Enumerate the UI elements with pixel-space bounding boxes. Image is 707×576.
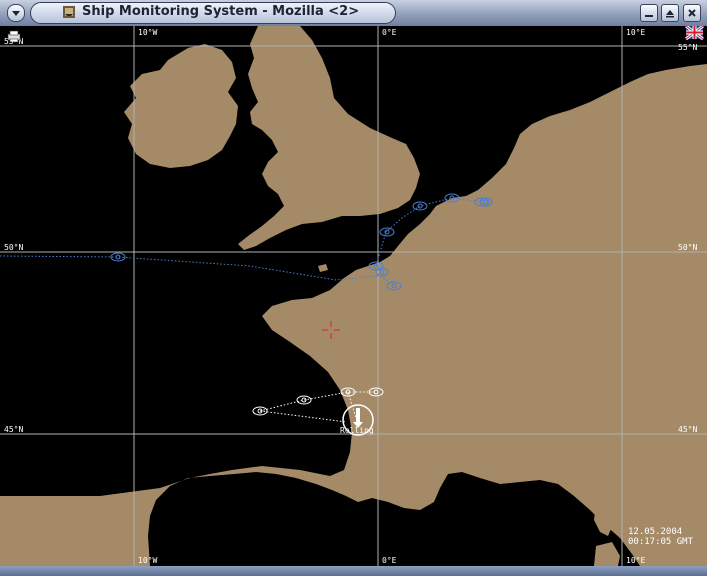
map-view[interactable]: 10°W 0°E 10°E 10°W 0°E 10°E 55°N 50°N 45… — [0, 24, 707, 566]
timestamp-date: 12.05.2004 — [628, 527, 682, 537]
uk-flag-icon[interactable] — [685, 24, 704, 41]
lon-label-top-0e: 0°E — [382, 28, 397, 37]
lon-label-top-10e: 10°E — [626, 28, 645, 37]
minimize-button[interactable] — [640, 4, 658, 22]
window-title: Ship Monitoring System - Mozilla <2> — [82, 4, 360, 19]
lat-label-left-45n: 45°N — [4, 425, 23, 434]
close-button[interactable] — [683, 4, 701, 22]
lon-label-bottom-0e: 0°E — [382, 556, 397, 565]
window-titlebar[interactable]: Ship Monitoring System - Mozilla <2> — [0, 0, 707, 27]
lat-label-right-45n: 45°N — [678, 425, 697, 434]
map-canvas[interactable]: 10°W 0°E 10°E 10°W 0°E 10°E 55°N 50°N 45… — [0, 24, 707, 566]
lon-label-top-10w: 10°W — [138, 28, 157, 37]
lon-label-bottom-10w: 10°W — [138, 556, 157, 565]
lat-label-left-50n: 50°N — [4, 243, 23, 252]
window-bottom-border — [0, 566, 707, 576]
printer-icon[interactable] — [7, 30, 21, 43]
maximize-button[interactable] — [661, 4, 679, 22]
chevron-down-icon — [12, 11, 20, 16]
window-menu-button[interactable] — [7, 4, 25, 22]
lat-label-right-55n: 55°N — [678, 43, 697, 52]
maximize-icon — [666, 10, 674, 18]
selected-vessel-label: Rolling — [340, 426, 374, 435]
minimize-icon — [645, 15, 653, 17]
lat-label-right-50n: 50°N — [678, 243, 697, 252]
timestamp-time: 00:17:05 GMT — [628, 537, 694, 547]
ship-app-icon — [63, 6, 75, 18]
close-icon — [688, 9, 696, 17]
lon-label-bottom-10e: 10°E — [626, 556, 645, 565]
